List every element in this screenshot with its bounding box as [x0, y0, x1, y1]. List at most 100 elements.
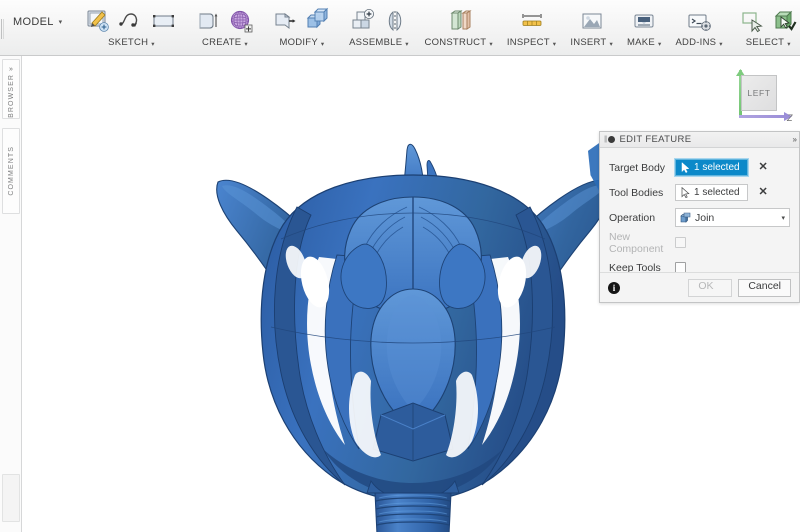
dialog-body: Target Body 1 selected ✕ Tool Bodies 1 s…: [600, 148, 799, 280]
chevron-down-icon: ▾: [552, 40, 557, 48]
view-cube[interactable]: LEFT Z: [725, 69, 795, 127]
make-icon-row: [629, 0, 659, 36]
create-form-icon[interactable]: [226, 6, 256, 36]
toolbar-group-create: CREATE ▾: [186, 0, 263, 55]
dialog-status-dot-icon: [608, 136, 616, 143]
toolbar-group-label-modify[interactable]: MODIFY ▾: [279, 37, 324, 48]
construct-icon-row: [444, 0, 474, 36]
toolbar-group-select: SELECT ▾: [730, 0, 800, 55]
sketch-rectangle-icon[interactable]: [149, 6, 179, 36]
modify-icon-row: [270, 0, 333, 36]
chevron-down-icon: ▾: [244, 40, 248, 48]
joint-icon[interactable]: [380, 6, 410, 36]
edit-feature-dialog[interactable]: ||| EDIT FEATURE » Target Body 1 selecte…: [599, 131, 800, 303]
toolbar-group-sketch: SKETCH ▾: [76, 0, 186, 55]
label-operation: Operation: [609, 211, 656, 224]
group-label-text: CONSTRUCT: [424, 37, 487, 48]
select-body-icon[interactable]: [770, 6, 800, 36]
main-toolbar: MODEL ▾ SKETCH ▾ CREATE ▾ MODIFY ▾ ASSEM…: [0, 0, 800, 56]
label-new-component: New Component: [609, 230, 664, 255]
assemble-icon-row: [347, 0, 410, 36]
clear-target-body-icon[interactable]: ✕: [757, 161, 770, 174]
extrude-icon[interactable]: [193, 6, 223, 36]
target-body-selection-value: 1 selected: [694, 162, 740, 173]
tool-bodies-selection-value: 1 selected: [694, 187, 740, 198]
toolbar-group-label-construct[interactable]: CONSTRUCT ▾: [424, 37, 492, 48]
info-icon[interactable]: i: [608, 281, 620, 294]
sketch-spline-icon[interactable]: [116, 6, 146, 36]
addins-icon-row: [684, 0, 714, 36]
target-body-selection-button[interactable]: 1 selected: [675, 159, 748, 176]
combine-icon[interactable]: [303, 6, 333, 36]
ok-button[interactable]: OK: [688, 278, 733, 297]
chevron-down-icon: ▾: [609, 40, 613, 48]
measure-icon[interactable]: [517, 6, 547, 36]
left-rail: » BROWSER COMMENTS: [0, 56, 22, 532]
tool-bodies-selection-button[interactable]: 1 selected: [675, 184, 748, 201]
toolbar-group-label-inspect[interactable]: INSPECT ▾: [507, 37, 556, 48]
chevron-down-icon: ▾: [657, 40, 662, 48]
group-label-text: ASSEMBLE: [349, 37, 403, 48]
dialog-title-bar[interactable]: ||| EDIT FEATURE »: [600, 132, 799, 148]
group-label-text: ADD-INS: [675, 37, 717, 48]
label-target-body: Target Body: [609, 161, 666, 174]
press-pull-icon[interactable]: [270, 6, 300, 36]
workspace-switcher-button[interactable]: MODEL ▾: [3, 0, 76, 55]
expand-browser-icon[interactable]: »: [9, 66, 13, 73]
scripts-addins-icon[interactable]: [684, 6, 714, 36]
cancel-button[interactable]: Cancel: [738, 278, 791, 297]
clear-tool-bodies-icon[interactable]: ✕: [757, 186, 770, 199]
selection-cursor-icon: [681, 187, 690, 198]
comments-panel-collapsed[interactable]: COMMENTS: [2, 128, 20, 214]
toolbar-group-label-insert[interactable]: INSERT ▾: [570, 37, 613, 48]
toolbar-group-inspect: INSPECT ▾: [500, 0, 563, 55]
offset-plane-icon[interactable]: [444, 6, 474, 36]
dialog-collapse-icon[interactable]: »: [793, 135, 798, 144]
operation-value: Join: [695, 211, 715, 224]
comments-label: COMMENTS: [7, 146, 15, 196]
group-label-text: SKETCH: [108, 37, 149, 48]
toolbar-group-label-assemble[interactable]: ASSEMBLE ▾: [349, 37, 409, 48]
group-label-text: MODIFY: [279, 37, 318, 48]
toolbar-group-label-make[interactable]: MAKE ▾: [627, 37, 661, 48]
toolbar-group-make: MAKE ▾: [620, 0, 668, 55]
view-cube-left-face[interactable]: LEFT: [741, 75, 777, 111]
select-icon-row: [737, 0, 800, 36]
row-tool-bodies: Tool Bodies 1 selected ✕: [609, 180, 790, 205]
toolbar-group-modify: MODIFY ▾: [263, 0, 340, 55]
dialog-drag-handle[interactable]: |||: [604, 136, 608, 143]
new-component-icon[interactable]: [347, 6, 377, 36]
toolbar-group-addins: ADD-INS ▾: [668, 0, 729, 55]
toolbar-group-label-addins[interactable]: ADD-INS ▾: [675, 37, 722, 48]
row-operation: Operation Join ▾: [609, 205, 790, 230]
group-label-text: INSERT: [570, 37, 607, 48]
insert-image-icon[interactable]: [577, 6, 607, 36]
label-tool-bodies: Tool Bodies: [609, 186, 664, 199]
toolbar-group-assemble: ASSEMBLE ▾: [340, 0, 417, 55]
join-operation-icon: [680, 212, 691, 223]
operation-dropdown[interactable]: Join ▾: [675, 208, 790, 227]
toolbar-group-construct: CONSTRUCT ▾: [417, 0, 499, 55]
workspace-label: MODEL: [13, 15, 54, 28]
threaded-stem: [374, 492, 452, 532]
axis-z-line: [739, 115, 787, 118]
chevron-down-icon: ▾: [787, 40, 791, 48]
window-select-icon[interactable]: [737, 6, 767, 36]
chevron-down-icon: ▾: [151, 40, 155, 48]
create-sketch-icon[interactable]: [83, 6, 113, 36]
sketch-icon-row: [83, 0, 179, 36]
toolbar-group-label-sketch[interactable]: SKETCH ▾: [108, 37, 155, 48]
browser-label: BROWSER: [7, 74, 15, 118]
browser-panel-collapsed[interactable]: » BROWSER: [2, 59, 20, 119]
chevron-down-icon[interactable]: ▾: [781, 214, 785, 222]
toolbar-group-label-create[interactable]: CREATE ▾: [202, 37, 248, 48]
view-cube-face-label: LEFT: [747, 88, 771, 98]
fusion360-window: MODEL ▾ SKETCH ▾ CREATE ▾ MODIFY ▾ ASSEM…: [0, 0, 800, 532]
axis-z-label: Z: [787, 113, 793, 123]
group-label-text: INSPECT: [506, 37, 550, 48]
toolbar-group-label-select[interactable]: SELECT ▾: [746, 37, 791, 48]
toolbar-group-insert: INSERT ▾: [563, 0, 620, 55]
row-target-body: Target Body 1 selected ✕: [609, 155, 790, 180]
3d-print-icon[interactable]: [629, 6, 659, 36]
dialog-footer: i OK Cancel: [600, 272, 799, 302]
